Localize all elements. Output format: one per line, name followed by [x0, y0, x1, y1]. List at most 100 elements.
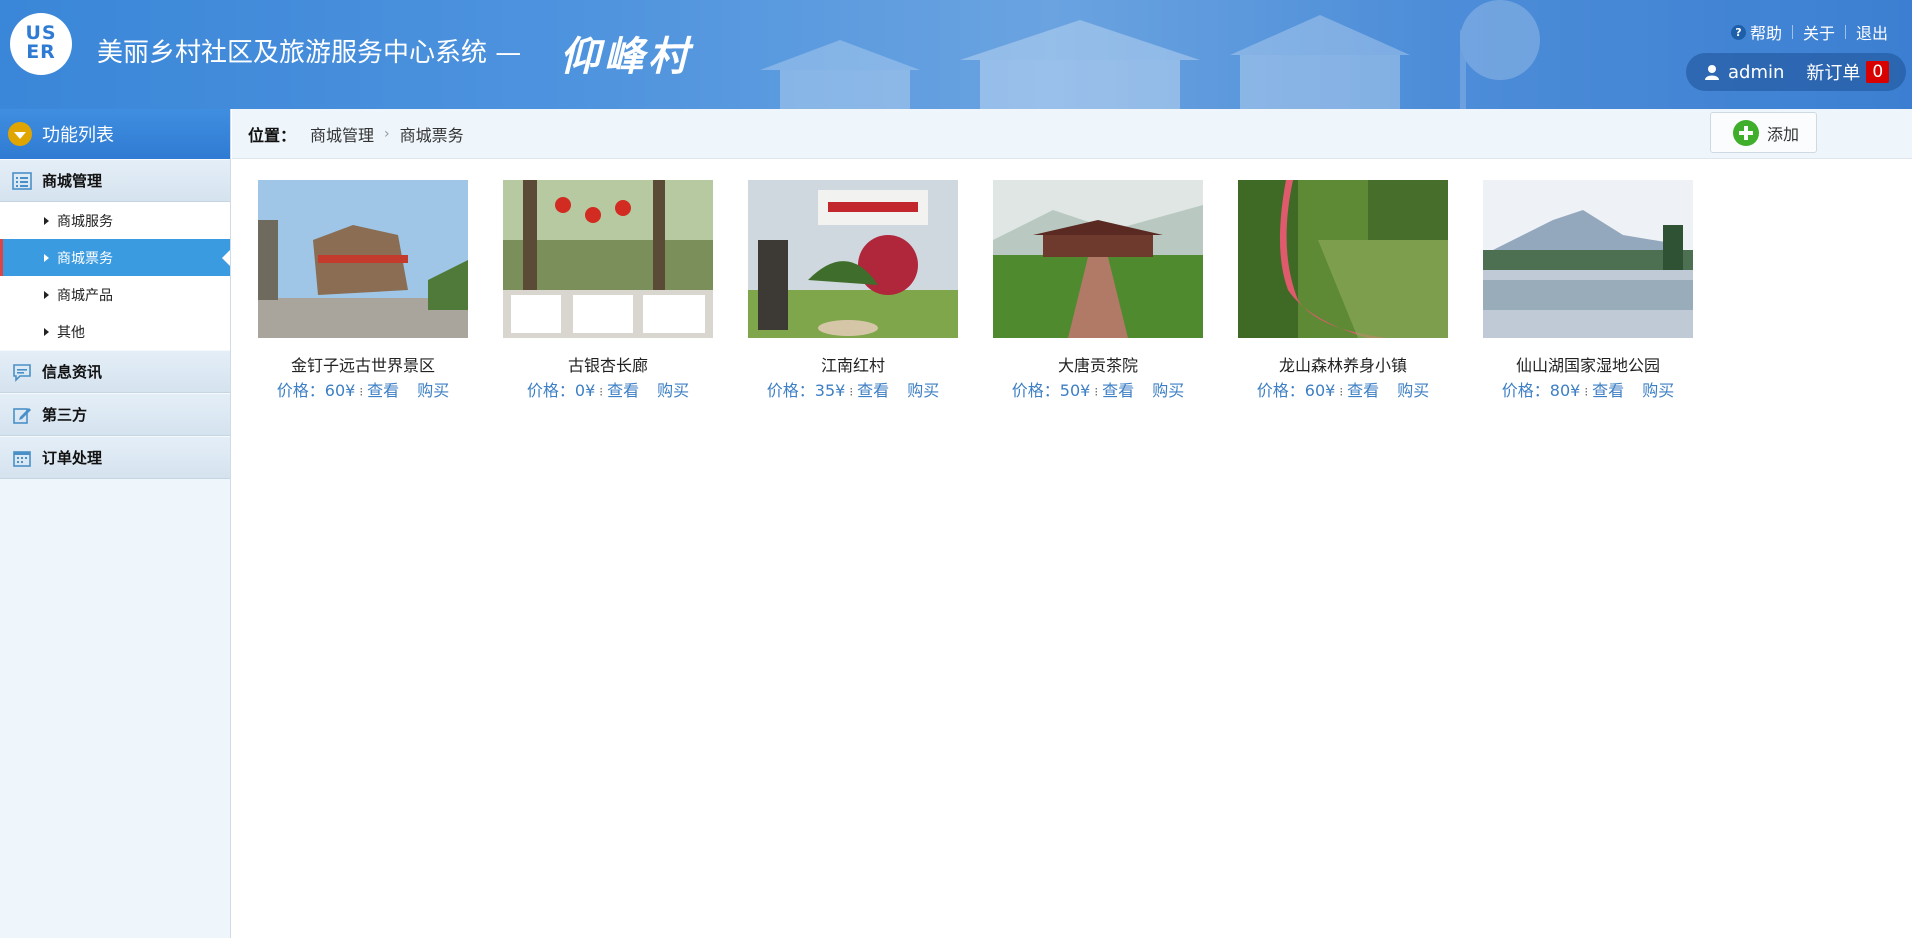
- calendar-icon: [13, 450, 31, 467]
- caret-right-icon: [44, 327, 49, 336]
- buy-link[interactable]: 购买: [1397, 381, 1429, 400]
- sidebar-group-info[interactable]: 信息资讯: [0, 350, 230, 393]
- view-link[interactable]: 查看: [1102, 381, 1134, 400]
- user-bar: admin 新订单 0: [1686, 53, 1906, 91]
- help-link[interactable]: 帮助: [1750, 20, 1782, 44]
- app-title: 美丽乡村社区及旅游服务中心系统 —: [97, 38, 522, 68]
- breadcrumb-separator-icon: ›: [384, 125, 390, 142]
- ticket-name: 仙山湖国家湿地公园: [1515, 356, 1660, 375]
- ticket-card: 江南红村 价格：35¥ ⁝ 查看 购买: [748, 180, 958, 401]
- ticket-photo[interactable]: [993, 180, 1203, 338]
- about-link[interactable]: 关于: [1803, 20, 1835, 44]
- sidebar-item-mall-products[interactable]: 商城产品: [0, 276, 230, 313]
- sidebar-item-mall-tickets[interactable]: 商城票务: [0, 239, 230, 276]
- buy-link[interactable]: 购买: [1152, 381, 1184, 400]
- ticket-meta: 价格：0¥ ⁝ 查看 购买: [503, 377, 713, 401]
- ticket-card: 金钉子远古世界景区 价格：60¥ ⁝ 查看 购买: [258, 180, 468, 401]
- meta-divider: ⁝: [1094, 385, 1099, 399]
- logout-link[interactable]: 退出: [1856, 20, 1888, 44]
- sidebar-item-mall-service[interactable]: 商城服务: [0, 202, 230, 239]
- village-name: 仰峰村: [560, 33, 692, 80]
- ticket-photo[interactable]: [748, 180, 958, 338]
- ticket-photo[interactable]: [503, 180, 713, 338]
- buy-link[interactable]: 购买: [907, 381, 939, 400]
- sidebar-heading[interactable]: 功能列表: [0, 109, 230, 159]
- view-link[interactable]: 查看: [1347, 381, 1379, 400]
- ticket-name: 古银杏长廊: [567, 356, 648, 375]
- meta-divider: ⁝: [849, 385, 854, 399]
- user-icon: [1705, 65, 1719, 80]
- buy-link[interactable]: 购买: [657, 381, 689, 400]
- sidebar-item-label: 商城票务: [57, 250, 113, 267]
- view-link[interactable]: 查看: [1592, 381, 1624, 400]
- chat-icon: [13, 363, 31, 382]
- price-label: 价格：: [1501, 381, 1550, 400]
- app-header: US ER 美丽乡村社区及旅游服务中心系统 — 仰峰村 ? 帮助 关于 退出 ad…: [0, 0, 1912, 109]
- ticket-photo[interactable]: [258, 180, 468, 338]
- meta-divider: ⁝: [1584, 385, 1589, 399]
- sidebar-item-label: 商城服务: [57, 213, 113, 230]
- ticket-photo[interactable]: [1238, 180, 1448, 338]
- ticket-name: 金钉子远古世界景区: [290, 356, 435, 375]
- sidebar-group-label: 订单处理: [42, 449, 103, 467]
- view-link[interactable]: 查看: [857, 381, 889, 400]
- sidebar-item-label: 其他: [57, 324, 85, 341]
- link-divider: [1844, 25, 1846, 39]
- ticket-grid: 金钉子远古世界景区 价格：60¥ ⁝ 查看 购买 古银杏长廊 价格：0¥ ⁝ 查看 购买: [258, 180, 1728, 401]
- meta-divider: ⁝: [1339, 385, 1344, 399]
- header-village-photo: [760, 0, 1540, 109]
- edit-icon: [13, 407, 31, 424]
- price-value: 50¥: [1059, 381, 1091, 400]
- breadcrumb-label: 位置：: [248, 125, 297, 145]
- collapse-icon: [8, 122, 32, 146]
- ticket-meta: 价格：60¥ ⁝ 查看 购买: [1238, 377, 1448, 401]
- help-icon[interactable]: ?: [1730, 24, 1746, 40]
- sidebar: 功能列表 商城管理 商城服务 商城票务 商城产品 其他 信息资讯 第三方 订单处…: [0, 109, 231, 938]
- username[interactable]: admin: [1728, 62, 1784, 83]
- price-label: 价格：: [1256, 381, 1305, 400]
- ticket-name: 龙山森林养身小镇: [1278, 356, 1407, 375]
- new-orders-badge[interactable]: 0: [1866, 61, 1890, 83]
- sidebar-group-label: 信息资讯: [42, 363, 103, 381]
- ticket-name: 大唐贡茶院: [1057, 356, 1138, 375]
- sidebar-item-label: 商城产品: [57, 287, 113, 304]
- plus-icon: [1733, 119, 1759, 146]
- sidebar-group-third-party[interactable]: 第三方: [0, 393, 230, 436]
- meta-divider: ⁝: [599, 385, 604, 399]
- breadcrumb-item-tickets[interactable]: 商城票务: [400, 122, 464, 146]
- ticket-meta: 价格：35¥ ⁝ 查看 购买: [748, 377, 958, 401]
- caret-right-icon: [44, 216, 49, 225]
- ticket-meta: 价格：80¥ ⁝ 查看 购买: [1483, 377, 1693, 401]
- sidebar-group-mall[interactable]: 商城管理: [0, 159, 230, 202]
- price-label: 价格：: [526, 381, 575, 400]
- user-logo: US ER: [10, 13, 72, 75]
- view-link[interactable]: 查看: [607, 381, 639, 400]
- ticket-meta: 价格：60¥ ⁝ 查看 购买: [258, 377, 468, 401]
- sidebar-group-orders[interactable]: 订单处理: [0, 436, 230, 479]
- view-link[interactable]: 查看: [367, 381, 399, 400]
- buy-link[interactable]: 购买: [1642, 381, 1674, 400]
- add-button-label: 添加: [1767, 124, 1800, 144]
- price-value: 35¥: [814, 381, 846, 400]
- price-value: 0¥: [574, 381, 596, 400]
- new-orders-label[interactable]: 新订单: [1806, 59, 1860, 85]
- meta-divider: ⁝: [359, 385, 364, 399]
- ticket-photo[interactable]: [1483, 180, 1693, 338]
- add-button[interactable]: 添加: [1710, 112, 1817, 153]
- buy-link[interactable]: 购买: [417, 381, 449, 400]
- price-label: 价格：: [766, 381, 815, 400]
- ticket-card: 古银杏长廊 价格：0¥ ⁝ 查看 购买: [503, 180, 713, 401]
- top-links: ? 帮助 关于 退出: [1730, 20, 1888, 44]
- sidebar-heading-label: 功能列表: [42, 125, 114, 146]
- caret-right-icon: [44, 253, 49, 262]
- breadcrumb-item-mall[interactable]: 商城管理: [310, 122, 374, 146]
- price-value: 80¥: [1549, 381, 1581, 400]
- ticket-card: 仙山湖国家湿地公园 价格：80¥ ⁝ 查看 购买: [1483, 180, 1693, 401]
- price-label: 价格：: [276, 381, 325, 400]
- ticket-meta: 价格：50¥ ⁝ 查看 购买: [993, 377, 1203, 401]
- price-value: 60¥: [324, 381, 356, 400]
- caret-right-icon: [44, 290, 49, 299]
- sidebar-group-label: 第三方: [42, 406, 88, 424]
- price-label: 价格：: [1011, 381, 1060, 400]
- sidebar-item-other[interactable]: 其他: [0, 313, 230, 350]
